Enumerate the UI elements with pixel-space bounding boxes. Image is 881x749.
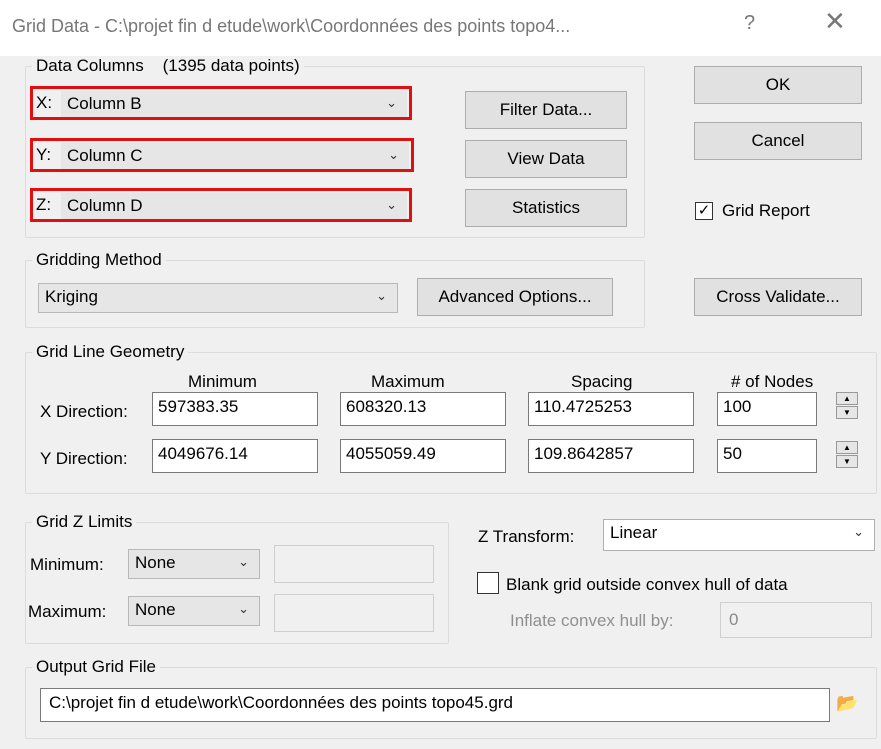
- y-minimum-field[interactable]: 4049676.14: [152, 439, 318, 473]
- x-maximum-field[interactable]: 608320.13: [340, 392, 506, 426]
- title-bar: Grid Data - C:\projet fin d etude\work\C…: [0, 0, 881, 56]
- help-button[interactable]: ?: [744, 12, 755, 35]
- grid-report-checkbox[interactable]: ✓: [695, 202, 713, 220]
- ok-button[interactable]: OK: [694, 66, 862, 104]
- chevron-down-icon: ⌄: [238, 601, 249, 616]
- chevron-down-icon: ⌄: [376, 288, 387, 303]
- z-column-selector[interactable]: Z: Column D ⌄: [30, 188, 412, 222]
- header-minimum: Minimum: [188, 372, 257, 391]
- x-column-combo[interactable]: Column B ⌄: [61, 91, 407, 117]
- y-column-value: Column C: [67, 146, 143, 165]
- chevron-down-icon: ⌄: [388, 147, 399, 162]
- y-spacing-field[interactable]: 109.8642857: [528, 439, 694, 473]
- chevron-down-icon: ⌄: [386, 197, 397, 212]
- gridding-method-combo[interactable]: Kriging ⌄: [38, 283, 398, 313]
- x-column-selector[interactable]: X: Column B ⌄: [30, 86, 412, 120]
- z-minimum-value: None: [135, 553, 176, 572]
- output-path-field[interactable]: C:\projet fin d etude\work\Coordonnées d…: [40, 688, 830, 722]
- z-minimum-label: Minimum:: [30, 555, 104, 574]
- folder-open-icon[interactable]: 📂: [836, 693, 858, 714]
- spin-up-icon[interactable]: ▲: [836, 441, 858, 454]
- statistics-button[interactable]: Statistics: [465, 189, 627, 227]
- x-column-value: Column B: [67, 94, 142, 113]
- x-nodes-field[interactable]: 100: [717, 392, 817, 426]
- z-maximum-combo[interactable]: None ⌄: [128, 596, 260, 626]
- blank-grid-label: Blank grid outside convex hull of data: [506, 575, 788, 594]
- grid-z-limits-legend: Grid Z Limits: [36, 512, 133, 531]
- z-column-value: Column D: [67, 196, 143, 215]
- view-data-button[interactable]: View Data: [465, 140, 627, 178]
- y-maximum-field[interactable]: 4055059.49: [340, 439, 506, 473]
- x-minimum-field[interactable]: 597383.35: [152, 392, 318, 426]
- spin-down-icon[interactable]: ▼: [836, 406, 858, 419]
- z-maximum-label: Maximum:: [28, 602, 107, 621]
- gridding-method-legend: Gridding Method: [36, 250, 162, 269]
- inflate-label: Inflate convex hull by:: [510, 611, 674, 630]
- chevron-down-icon: ⌄: [853, 524, 864, 539]
- y-column-combo[interactable]: Column C ⌄: [61, 143, 409, 169]
- z-transform-label: Z Transform:: [478, 527, 575, 546]
- advanced-options-button[interactable]: Advanced Options...: [417, 278, 613, 316]
- z-maximum-value: None: [135, 600, 176, 619]
- chevron-down-icon: ⌄: [238, 554, 249, 569]
- x-prefix: X:: [36, 93, 53, 112]
- y-prefix: Y:: [36, 145, 52, 164]
- data-columns-legend: Data Columns (1395 data points): [36, 56, 300, 75]
- x-spacing-field[interactable]: 110.4725253: [528, 392, 694, 426]
- window-title: Grid Data - C:\projet fin d etude\work\C…: [12, 16, 571, 36]
- y-nodes-field[interactable]: 50: [717, 439, 817, 473]
- z-maximum-field: [274, 594, 434, 632]
- z-minimum-field: [274, 545, 434, 583]
- z-transform-value: Linear: [610, 523, 658, 542]
- spin-down-icon[interactable]: ▼: [836, 455, 858, 468]
- header-nodes: # of Nodes: [731, 372, 814, 391]
- z-prefix: Z:: [36, 195, 52, 214]
- gridding-method-value: Kriging: [45, 287, 98, 306]
- y-nodes-spinner[interactable]: ▲ ▼: [836, 441, 858, 469]
- spin-up-icon[interactable]: ▲: [836, 392, 858, 405]
- grid-line-geometry-legend: Grid Line Geometry: [36, 342, 185, 361]
- z-column-combo[interactable]: Column D ⌄: [61, 193, 407, 219]
- z-minimum-combo[interactable]: None ⌄: [128, 549, 260, 579]
- close-button[interactable]: ✕: [824, 8, 846, 34]
- output-grid-file-legend: Output Grid File: [36, 657, 156, 676]
- chevron-down-icon: ⌄: [386, 95, 397, 110]
- grid-report-label: Grid Report: [722, 201, 810, 220]
- y-column-selector[interactable]: Y: Column C ⌄: [30, 138, 414, 172]
- header-maximum: Maximum: [371, 372, 445, 391]
- header-spacing: Spacing: [571, 372, 633, 391]
- filter-data-button[interactable]: Filter Data...: [465, 91, 627, 129]
- z-transform-combo[interactable]: Linear ⌄: [603, 519, 875, 551]
- y-direction-label: Y Direction:: [40, 449, 128, 468]
- inflate-field: 0: [720, 602, 872, 638]
- checkmark-icon: ✓: [697, 202, 711, 219]
- blank-grid-checkbox[interactable]: [477, 572, 499, 594]
- x-direction-label: X Direction:: [40, 402, 128, 421]
- cancel-button[interactable]: Cancel: [694, 122, 862, 160]
- cross-validate-button[interactable]: Cross Validate...: [694, 278, 862, 316]
- x-nodes-spinner[interactable]: ▲ ▼: [836, 392, 858, 420]
- data-points-count: (1395 data points): [162, 56, 300, 75]
